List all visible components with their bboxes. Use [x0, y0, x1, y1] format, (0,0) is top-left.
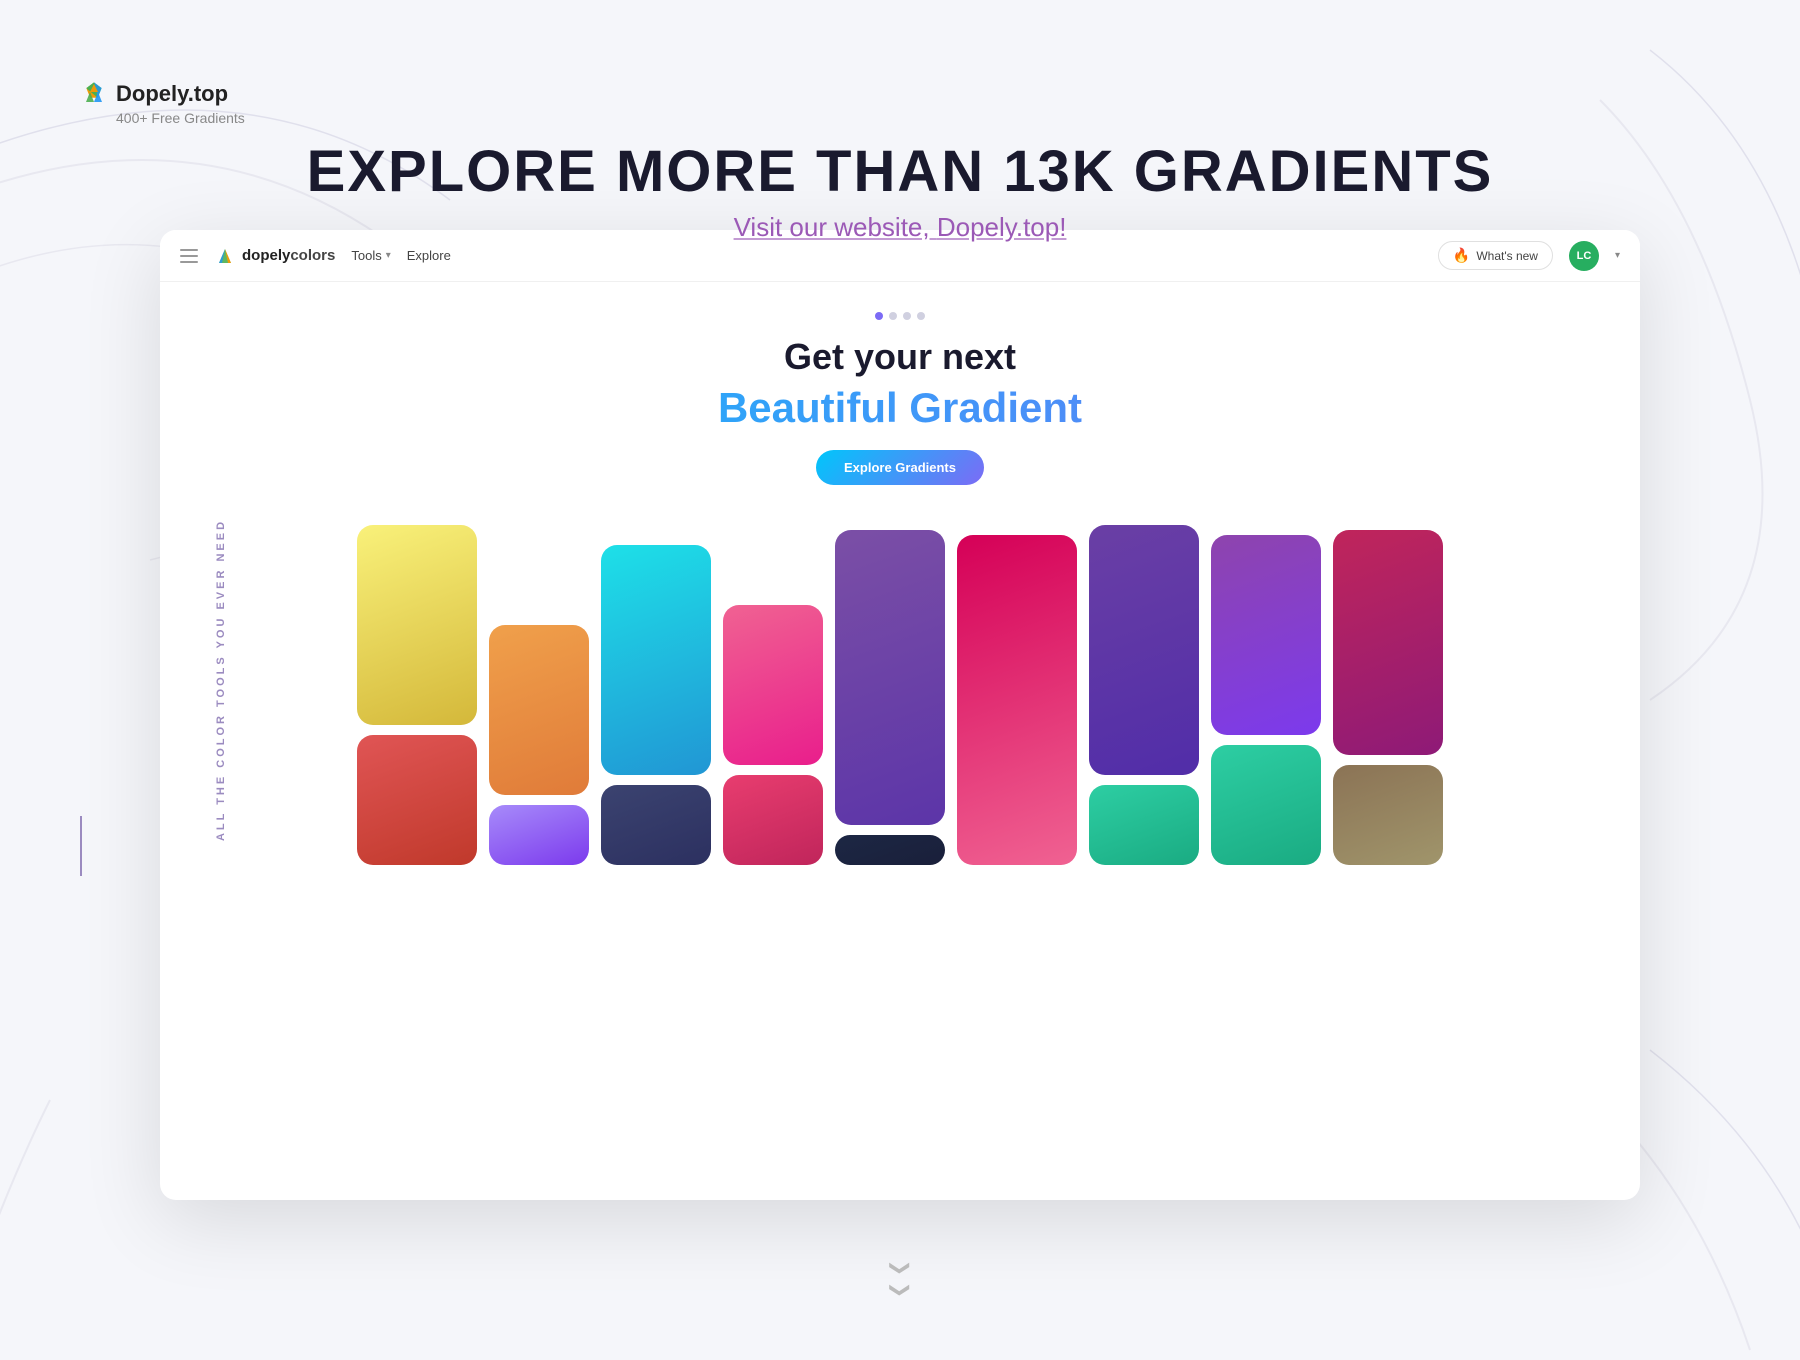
- gradient-cards-area: [160, 505, 1640, 865]
- gradient-card[interactable]: [489, 805, 589, 865]
- gradient-card[interactable]: [957, 535, 1077, 865]
- gradient-card[interactable]: [723, 775, 823, 865]
- gradient-card[interactable]: [1211, 745, 1321, 865]
- logo-row[interactable]: Dopely.top: [80, 80, 245, 108]
- gradient-card[interactable]: [1333, 530, 1443, 755]
- nav-logo-text: dopelycolors: [242, 247, 335, 264]
- gradient-card[interactable]: [1089, 525, 1199, 775]
- dot-3[interactable]: [903, 312, 911, 320]
- chevron-down-icon-2: ❯: [890, 1282, 910, 1299]
- hero-content: Get your next Beautiful Gradient Explore…: [160, 282, 1640, 505]
- sidebar-text: ALL THE COLOR TOOLS YOU EVER NEED: [215, 519, 227, 841]
- dot-2[interactable]: [889, 312, 897, 320]
- hero-title: Get your next: [160, 336, 1640, 378]
- dopely-brand-icon: [80, 80, 108, 108]
- carousel-dots: [160, 312, 1640, 320]
- nav-logo[interactable]: dopelycolors: [214, 245, 335, 267]
- hamburger-menu[interactable]: [180, 249, 198, 263]
- browser-mockup: dopelycolors Tools ▾ Explore 🔥 What's ne…: [160, 230, 1640, 1200]
- nav-explore-link[interactable]: Explore: [407, 248, 451, 263]
- nav-logo-icon: [214, 245, 236, 267]
- fire-icon: 🔥: [1453, 247, 1470, 264]
- whats-new-button[interactable]: 🔥 What's new: [1438, 241, 1553, 270]
- user-avatar[interactable]: LC: [1569, 241, 1599, 271]
- gradient-card[interactable]: [601, 785, 711, 865]
- gradient-card[interactable]: [723, 605, 823, 765]
- gradient-card[interactable]: [835, 530, 945, 825]
- gradient-card[interactable]: [1333, 765, 1443, 865]
- logo-brand-name: Dopely.top: [116, 81, 228, 107]
- dot-4[interactable]: [917, 312, 925, 320]
- avatar-chevron-icon[interactable]: ▾: [1615, 250, 1620, 261]
- nav-tools-menu[interactable]: Tools ▾: [351, 248, 390, 263]
- sub-prefix: Visit our website,: [734, 212, 937, 242]
- gradient-card[interactable]: [357, 735, 477, 865]
- logo-tagline: 400+ Free Gradients: [116, 110, 245, 126]
- scroll-down-indicator[interactable]: ❯ ❯: [892, 1258, 909, 1300]
- sub-link[interactable]: Dopely.top!: [937, 212, 1067, 242]
- explore-gradients-button[interactable]: Explore Gradients: [816, 450, 984, 485]
- gradient-card[interactable]: [1211, 535, 1321, 735]
- chevron-down-icon-1: ❯: [890, 1260, 910, 1277]
- sub-headline: Visit our website, Dopely.top!: [0, 212, 1800, 243]
- sidebar-line: [80, 816, 82, 876]
- hero-gradient-title: Beautiful Gradient: [160, 384, 1640, 432]
- gradient-card[interactable]: [1089, 785, 1199, 865]
- tools-chevron-icon: ▾: [386, 250, 391, 261]
- dot-1[interactable]: [875, 312, 883, 320]
- headline-area: EXPLORE MORE THAN 13K GRADIENTS Visit ou…: [0, 140, 1800, 243]
- gradient-card[interactable]: [357, 525, 477, 725]
- gradient-card[interactable]: [489, 625, 589, 795]
- gradient-card[interactable]: [601, 545, 711, 775]
- main-headline: EXPLORE MORE THAN 13K GRADIENTS: [0, 140, 1800, 204]
- brand-logo-area: Dopely.top 400+ Free Gradients: [80, 80, 245, 126]
- gradient-card[interactable]: [835, 835, 945, 865]
